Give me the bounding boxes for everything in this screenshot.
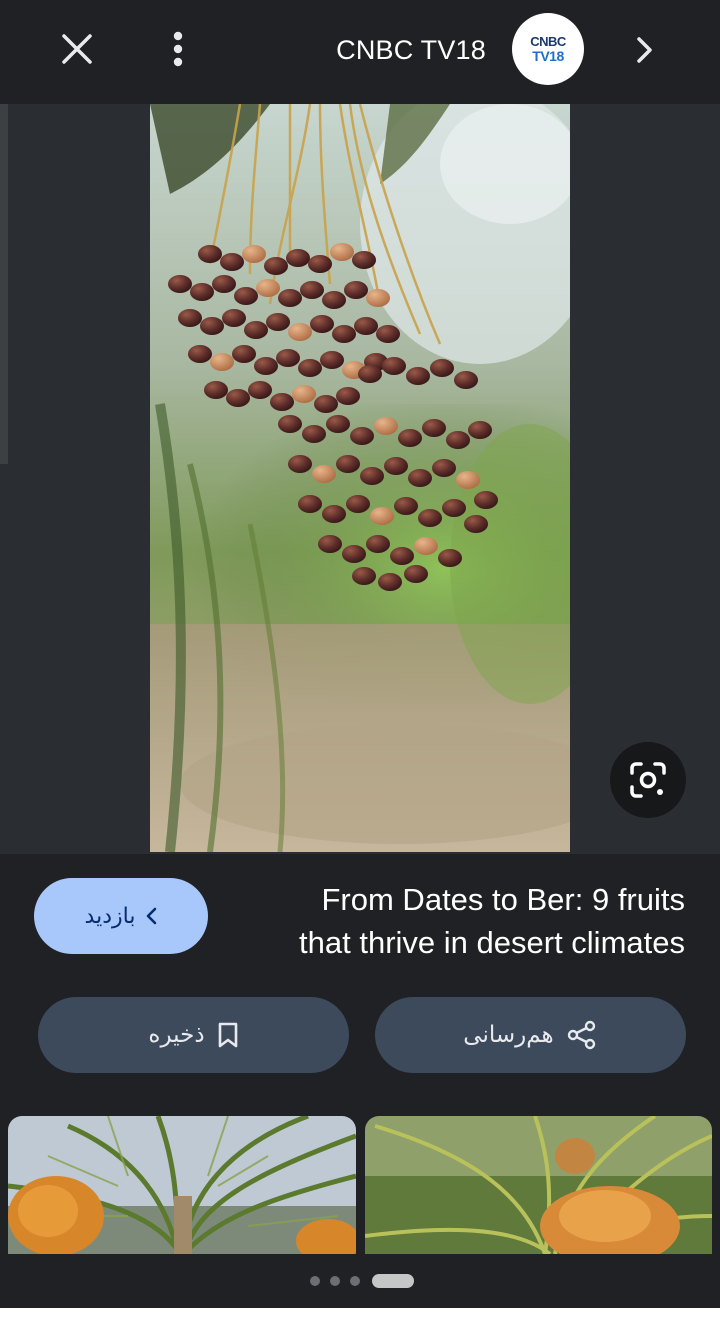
close-button[interactable] <box>50 22 104 76</box>
pagination-dot <box>350 1276 360 1286</box>
source-name[interactable]: CNBC TV18 <box>336 30 486 70</box>
visit-button[interactable]: بازدید <box>34 878 208 954</box>
scroll-indicator <box>0 104 8 464</box>
close-icon <box>62 34 92 64</box>
bookmark-icon <box>218 1022 237 1048</box>
next-image-button[interactable] <box>620 26 668 74</box>
share-button[interactable]: هم‌رسانی <box>375 997 686 1073</box>
pagination-dots <box>300 1272 420 1290</box>
source-logo[interactable]: CNBC TV18 <box>512 13 584 85</box>
article-title-line-1: From Dates to Ber: 9 fruits <box>321 882 686 917</box>
save-button[interactable]: ذخیره <box>38 997 349 1073</box>
date-palm-thumbnail-1 <box>8 1116 356 1254</box>
share-label: هم‌رسانی <box>463 1022 554 1048</box>
date-palm-thumbnail-2 <box>365 1116 712 1254</box>
logo-text-tv18: TV18 <box>532 48 564 64</box>
date-palm-photo <box>150 104 570 852</box>
chevron-left-icon <box>147 907 157 925</box>
article-title-line-2: that thrive in desert climates <box>299 925 685 960</box>
visit-label: بازدید <box>84 903 136 929</box>
bottom-edge <box>0 1308 720 1322</box>
main-image[interactable] <box>150 104 570 852</box>
logo-text-cnbc: CNBC <box>530 34 566 49</box>
related-image-thumbnail[interactable] <box>8 1116 356 1254</box>
more-options-button[interactable] <box>156 22 200 76</box>
lens-search-button[interactable] <box>610 742 686 818</box>
save-label: ذخیره <box>148 1022 205 1048</box>
pagination-dot <box>330 1276 340 1286</box>
related-image-thumbnail[interactable] <box>365 1116 712 1254</box>
more-vert-icon <box>173 31 183 67</box>
article-title[interactable]: From Dates to Ber: 9 fruits that thrive … <box>235 878 685 964</box>
pagination-dot <box>310 1276 320 1286</box>
top-bar: CNBC TV18 CNBC TV18 <box>0 0 720 104</box>
share-icon <box>567 1020 595 1050</box>
chevron-right-icon <box>637 37 652 63</box>
google-lens-icon <box>630 762 666 798</box>
pagination-dot-active <box>372 1274 414 1288</box>
